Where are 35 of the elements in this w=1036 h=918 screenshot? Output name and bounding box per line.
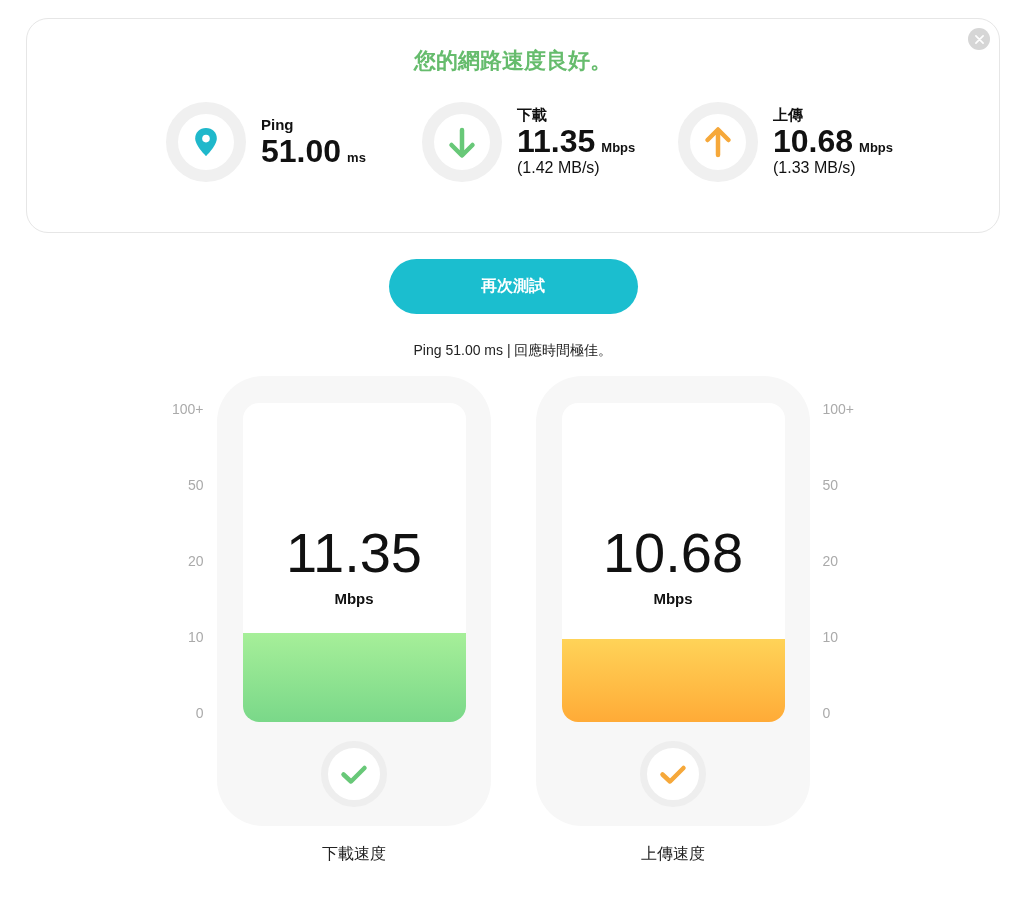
stat-value: 11.35 [517,124,596,158]
gauge-value: 10.68 [602,521,744,585]
scale-label: 50 [822,476,839,494]
gauge-unit: Mbps [653,590,693,608]
stat-value: 51.00 [261,134,342,168]
location-pin-icon [166,102,246,182]
stat-secondary-value: (1.42 MB/s) [517,158,600,178]
stat-value: 10.68 [773,124,854,158]
gauge-caption: 下載速度 [321,844,386,864]
stat-unit: Mbps [601,140,636,156]
stat-label: 上傳 [773,106,803,124]
scale-label: 50 [187,476,204,494]
scale-label: 0 [195,704,204,722]
gauge-unit: Mbps [334,590,374,608]
gauge-caption: 上傳速度 [640,844,705,864]
stat-unit: ms [347,150,366,166]
checkmark-icon [321,741,387,807]
ping-summary: Ping 51.00 ms | 回應時間極佳。 [413,341,613,359]
retest-button[interactable]: 再次測試 [388,259,638,314]
scale-label: 0 [822,704,831,722]
close-icon [974,34,984,44]
scale-label: 100+ [822,400,855,418]
close-button[interactable] [968,28,990,50]
scale-label: 20 [822,552,839,570]
status-title: 您的網路速度良好。 [412,47,613,75]
scale-label: 10 [187,628,204,646]
stat-label: Ping [261,116,294,134]
scale-label: 20 [187,552,204,570]
checkmark-icon [640,741,706,807]
stat-unit: Mbps [859,140,894,156]
stat-label: 下載 [517,106,547,124]
scale-label: 100+ [171,400,204,418]
gauge-value: 11.35 [286,521,422,585]
scale-label: 10 [822,628,839,646]
stat-secondary-value: (1.33 MB/s) [773,158,856,178]
